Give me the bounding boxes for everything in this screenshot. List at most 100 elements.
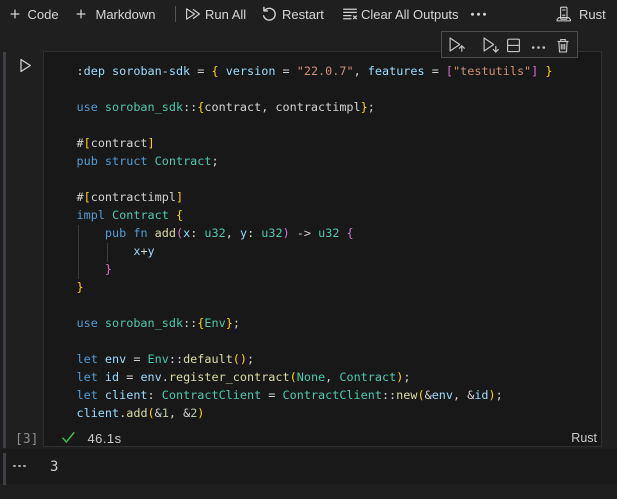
- ellipsis-dot: [18, 465, 21, 468]
- run-cell-play-icon[interactable]: [18, 57, 33, 74]
- code-line: pub struct Contract;: [77, 152, 553, 170]
- code-token: add: [154, 226, 176, 240]
- run-all-button[interactable]: Run All: [184, 0, 246, 28]
- code-line: let id = env.register_contract(None, Con…: [77, 368, 553, 386]
- code-token: register_contract: [168, 370, 290, 384]
- toolbar-separator: [175, 6, 176, 22]
- code-token: ,: [325, 370, 340, 384]
- cell-language-picker[interactable]: Rust: [571, 431, 597, 445]
- code-token: ): [197, 406, 205, 420]
- code-token: default: [183, 352, 233, 366]
- code-token: y: [147, 244, 155, 258]
- cell-editor[interactable]: :dep soroban-sdk = { version = "22.0.7",…: [43, 51, 602, 447]
- code-token: dep: [83, 64, 105, 78]
- execute-above-icon[interactable]: [448, 36, 466, 53]
- code-token: ;: [367, 100, 375, 114]
- code-token: new: [396, 388, 418, 402]
- code-token: Env: [204, 316, 226, 330]
- output-focus-bar[interactable]: [3, 453, 6, 485]
- code-token: .: [161, 370, 169, 384]
- code-token: env: [104, 352, 127, 366]
- code-token: =: [119, 370, 141, 384]
- code-token: =: [261, 388, 283, 402]
- code-token: :: [147, 388, 162, 402]
- toolbar-more-actions-button[interactable]: [470, 0, 486, 28]
- restart-button[interactable]: Restart: [261, 0, 324, 28]
- code-token: ]: [175, 190, 184, 204]
- indent-guide: [78, 225, 79, 279]
- add-markdown-cell-button[interactable]: Markdown: [73, 0, 155, 28]
- code-token: #: [76, 190, 84, 204]
- code-token: (: [417, 388, 425, 402]
- code-token: ]: [147, 136, 155, 150]
- code-token: id: [474, 388, 489, 402]
- code-token: =: [275, 64, 297, 78]
- code-token: let: [76, 352, 98, 366]
- code-token: (: [147, 406, 155, 420]
- code-token: =: [424, 64, 446, 78]
- code-token: "22.0.7": [296, 64, 354, 78]
- cell-more-actions-icon[interactable]: [531, 39, 546, 56]
- code-token: :: [76, 64, 84, 78]
- execute-below-icon[interactable]: [482, 36, 500, 53]
- restart-icon: [262, 6, 276, 21]
- code-token: ,: [225, 226, 240, 240]
- code-token: client: [104, 388, 148, 402]
- code-token: add: [126, 406, 148, 420]
- code-token: None: [296, 370, 326, 384]
- code-token: Env: [147, 352, 169, 366]
- code-token: pub: [104, 226, 127, 240]
- code-token: , &: [168, 406, 191, 420]
- code-token: ::: [183, 316, 198, 330]
- cell-focus-bar[interactable]: [3, 52, 6, 448]
- code-token: fn: [133, 226, 148, 240]
- code-token: }: [104, 262, 113, 276]
- code-token: ;: [403, 370, 411, 384]
- code-line: let client: ContractClient = ContractCli…: [77, 386, 553, 404]
- code-token: u32: [261, 226, 283, 240]
- ellipsis-dot: [13, 465, 16, 468]
- delete-cell-icon[interactable]: [556, 37, 570, 54]
- add-code-cell-button[interactable]: Code: [7, 0, 59, 28]
- code-token: client: [76, 406, 120, 420]
- code-token: use: [76, 316, 98, 330]
- code-line: client.add(&1, &2): [77, 404, 553, 422]
- code-token: soroban_sdk: [104, 100, 184, 114]
- code-line: impl Contract {: [77, 206, 553, 224]
- code-area[interactable]: :dep soroban-sdk = { version = "22.0.7",…: [77, 62, 553, 422]
- code-token: ::: [381, 388, 397, 402]
- code-token: [: [83, 190, 91, 204]
- code-token: env: [431, 388, 454, 402]
- code-token: {: [175, 208, 184, 222]
- plus-icon: [76, 9, 86, 19]
- kernel-picker-button[interactable]: Rust: [555, 0, 606, 28]
- code-token: [: [445, 64, 454, 78]
- code-token: ContractClient: [161, 388, 262, 402]
- code-token: ): [282, 226, 290, 240]
- code-token: let: [76, 370, 98, 384]
- code-token: u32: [318, 226, 340, 240]
- execution-count: [3]: [15, 431, 39, 447]
- cell-output: [0, 449, 617, 484]
- code-token: Contract: [154, 154, 212, 168]
- code-token: soroban-sdk: [112, 64, 191, 78]
- code-token: [: [83, 136, 91, 150]
- code-token: ->: [289, 226, 319, 240]
- split-cell-icon[interactable]: [506, 37, 521, 54]
- code-token: y: [239, 226, 248, 240]
- code-token: ): [488, 388, 496, 402]
- code-line: use soroban_sdk::{Env};: [77, 314, 553, 332]
- clear-all-outputs-button[interactable]: Clear All Outputs: [342, 0, 459, 28]
- code-token: "testutils": [453, 64, 532, 78]
